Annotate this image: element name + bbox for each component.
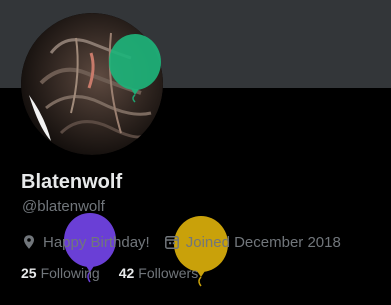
- following-link[interactable]: 25 Following: [21, 265, 100, 281]
- following-label: Following: [40, 265, 100, 281]
- green-balloon-icon: [109, 34, 161, 103]
- followers-label: Followers: [138, 265, 199, 281]
- following-count: 25: [21, 265, 37, 281]
- joined-item: Joined December 2018: [164, 234, 341, 251]
- followers-link[interactable]: 42 Followers: [119, 265, 198, 281]
- profile-meta: Happy Birthday! Joined December 2018: [21, 232, 341, 252]
- user-handle: @blatenwolf: [22, 198, 105, 215]
- followers-count: 42: [118, 265, 135, 281]
- birthday-text: Happy Birthday!: [43, 233, 150, 251]
- joined-text: Joined December 2018: [185, 233, 341, 251]
- display-name: Blatenwolf: [21, 171, 123, 193]
- location-pin-icon: [24, 235, 34, 249]
- profile-header: Blatenwolf @blatenwolf Happy Birthday! J…: [0, 0, 391, 305]
- follow-stats: 25 Following 42 Followers: [21, 263, 198, 283]
- birthday-item: Happy Birthday!: [21, 234, 150, 251]
- calendar-icon: [164, 236, 179, 249]
